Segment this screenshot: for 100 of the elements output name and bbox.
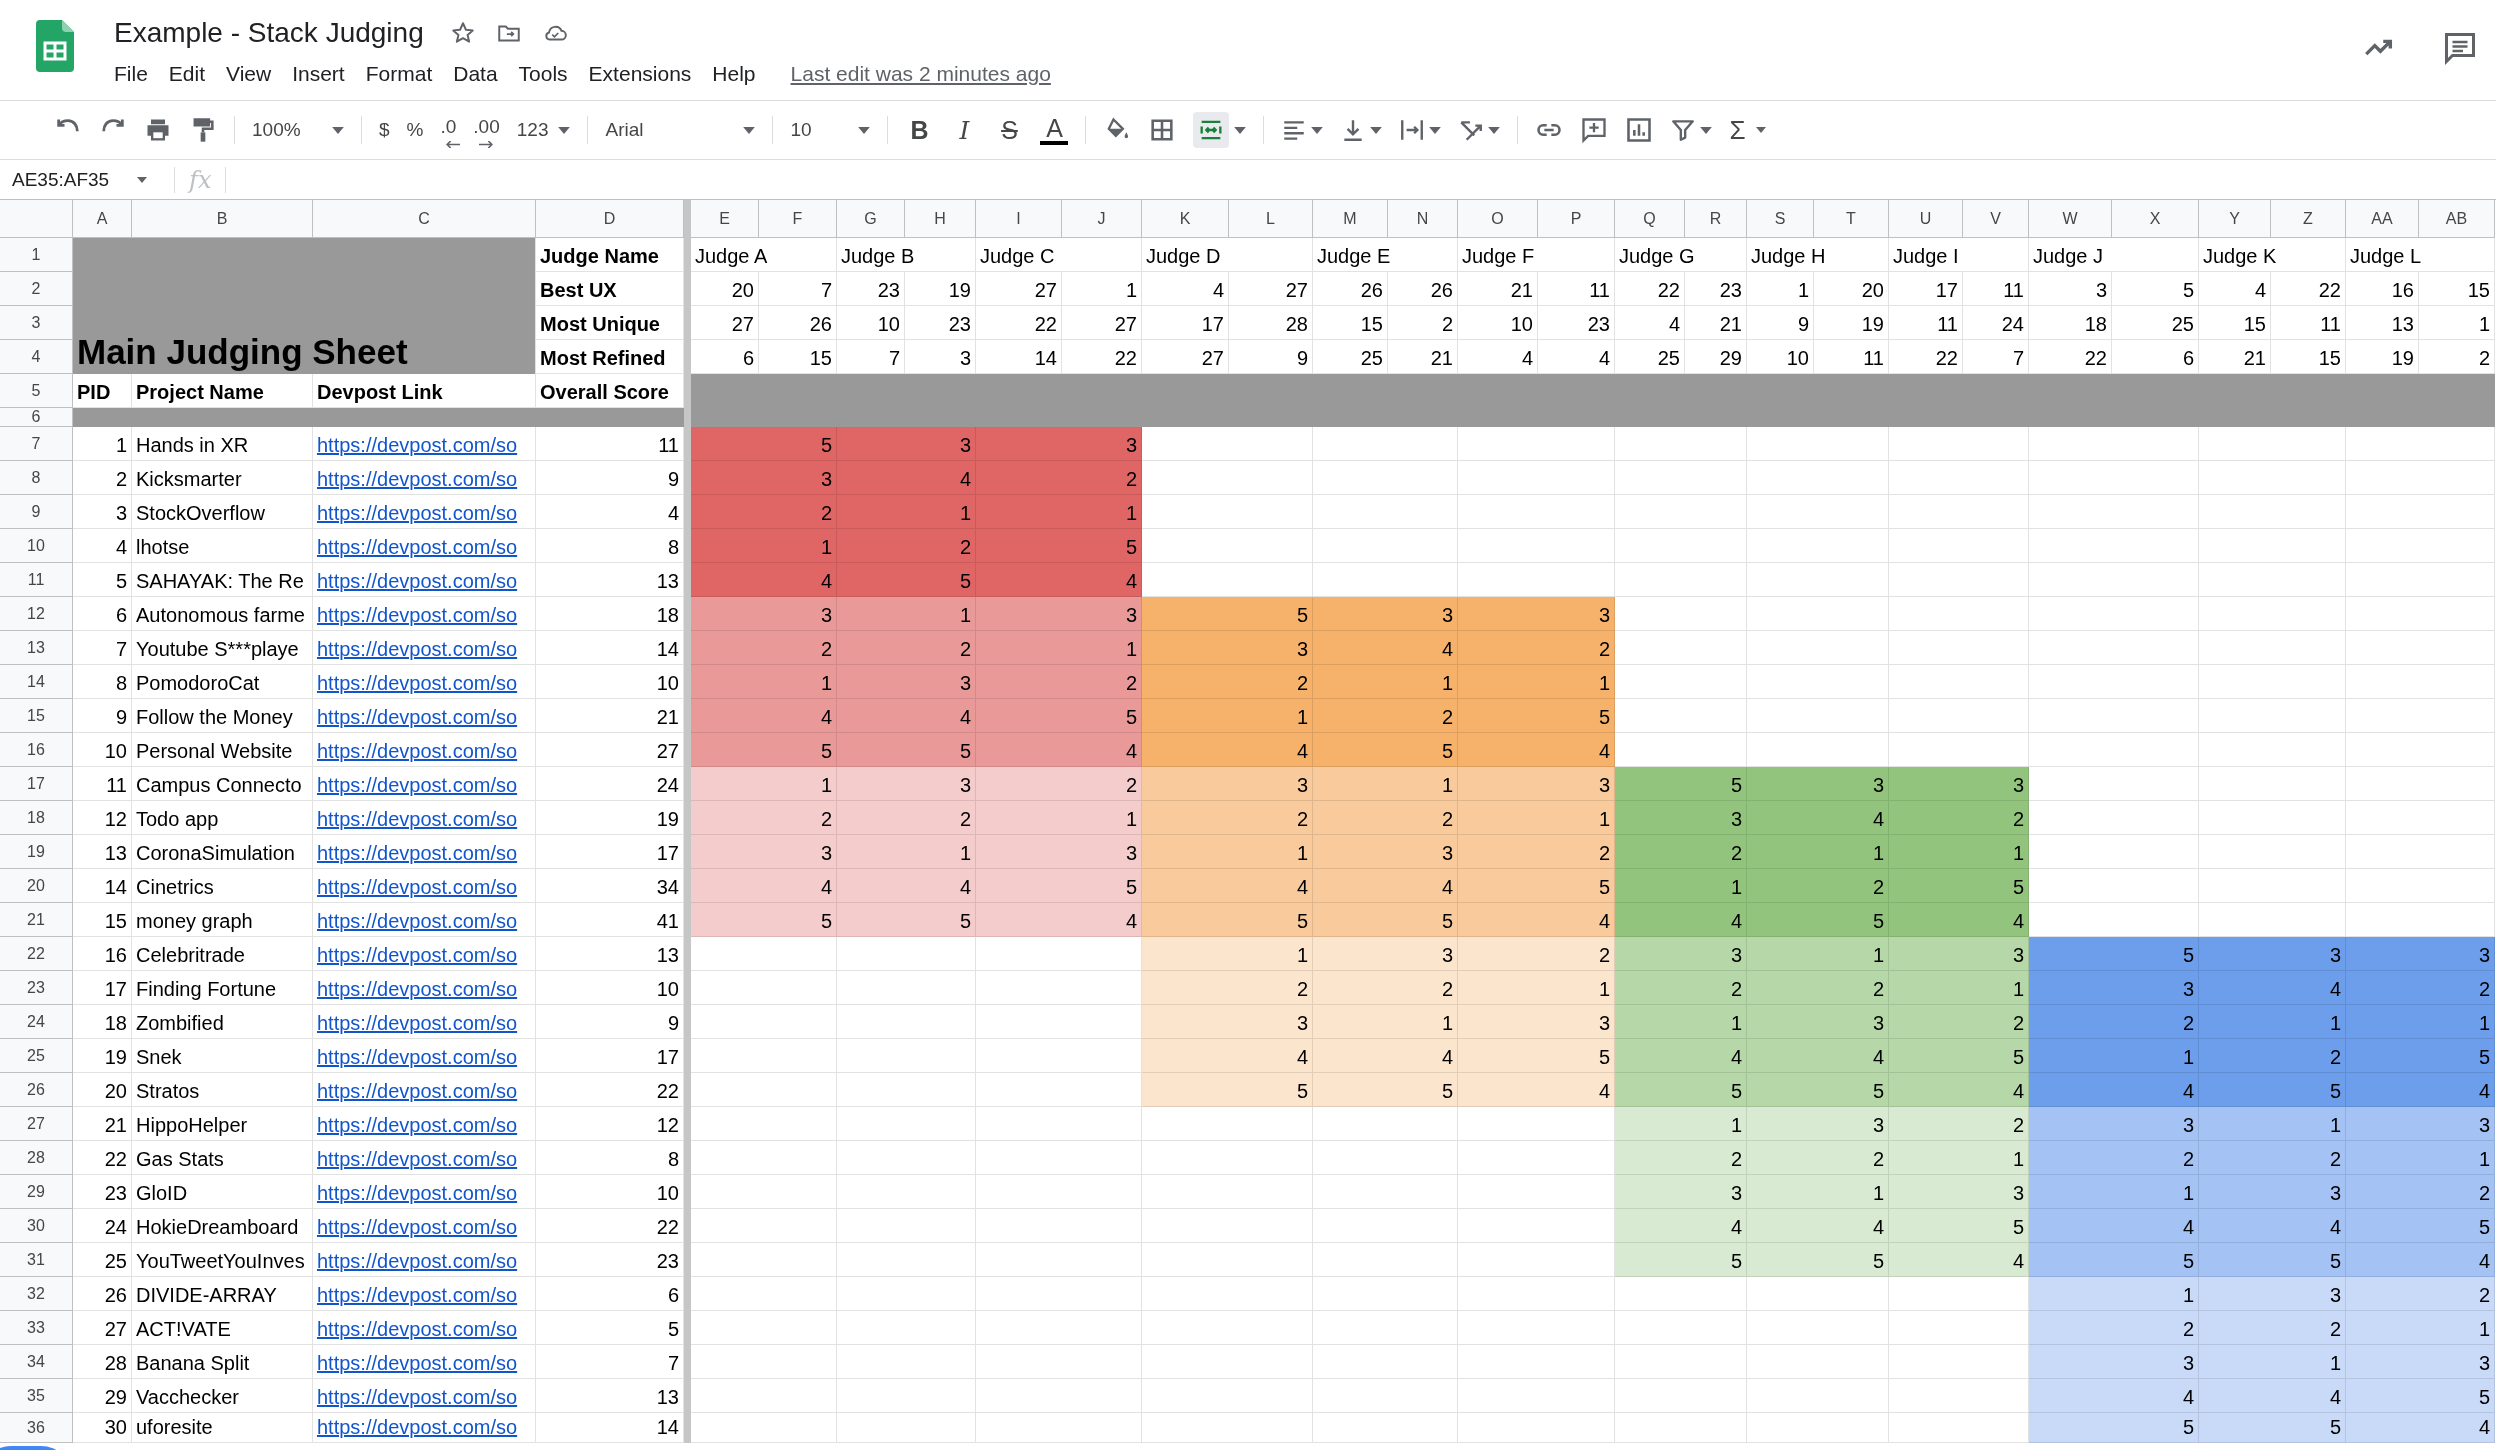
column-header[interactable]: J: [1062, 200, 1142, 238]
row-header[interactable]: 19: [0, 835, 73, 869]
column-header[interactable]: Y: [2199, 200, 2271, 238]
column-header[interactable]: C: [313, 200, 536, 238]
column-header[interactable]: P: [1538, 200, 1615, 238]
text-wrap-menu[interactable]: [1399, 117, 1442, 143]
link[interactable]: https://devpost.com/so: [317, 1386, 518, 1409]
menu-item[interactable]: Format: [365, 62, 433, 86]
menu-item[interactable]: Data: [453, 62, 498, 86]
document-title[interactable]: Example - Stack Judging: [114, 17, 424, 49]
column-header[interactable]: H: [905, 200, 976, 238]
link[interactable]: https://devpost.com/so: [317, 774, 518, 797]
row-header[interactable]: 20: [0, 869, 73, 903]
last-edit-link[interactable]: Last edit was 2 minutes ago: [790, 62, 1051, 86]
link[interactable]: https://devpost.com/so: [317, 434, 518, 457]
filter-menu[interactable]: [1670, 117, 1713, 143]
menu-item[interactable]: Help: [712, 62, 756, 86]
link[interactable]: https://devpost.com/so: [317, 842, 518, 865]
row-header[interactable]: 5: [0, 374, 73, 408]
row-header[interactable]: 17: [0, 767, 73, 801]
menu-item[interactable]: Edit: [168, 62, 206, 86]
sheets-logo-icon[interactable]: [36, 20, 74, 72]
row-header[interactable]: 28: [0, 1141, 73, 1175]
link[interactable]: https://devpost.com/so: [317, 570, 518, 593]
italic-button[interactable]: I: [950, 115, 979, 145]
row-header[interactable]: 8: [0, 461, 73, 495]
add-comment-icon[interactable]: [1580, 116, 1609, 144]
link[interactable]: https://devpost.com/so: [317, 1284, 518, 1307]
column-header[interactable]: I: [976, 200, 1062, 238]
link[interactable]: https://devpost.com/so: [317, 604, 518, 627]
column-header[interactable]: K: [1142, 200, 1229, 238]
row-header[interactable]: 31: [0, 1243, 73, 1277]
link[interactable]: https://devpost.com/so: [317, 672, 518, 695]
row-header[interactable]: 35: [0, 1379, 73, 1413]
row-header[interactable]: 1: [0, 238, 73, 272]
row-header[interactable]: 15: [0, 699, 73, 733]
column-header[interactable]: Q: [1615, 200, 1685, 238]
row-header[interactable]: 12: [0, 597, 73, 631]
link[interactable]: https://devpost.com/so: [317, 1352, 518, 1375]
merge-cells-button[interactable]: [1193, 112, 1230, 148]
percent-button[interactable]: %: [406, 119, 424, 141]
link[interactable]: https://devpost.com/so: [317, 1046, 518, 1069]
menu-item[interactable]: View: [226, 62, 272, 86]
link[interactable]: https://devpost.com/so: [317, 468, 518, 491]
column-header[interactable]: M: [1313, 200, 1388, 238]
menu-item[interactable]: Tools: [518, 62, 568, 86]
bold-button[interactable]: B: [905, 115, 934, 145]
column-header[interactable]: W: [2029, 200, 2112, 238]
row-header[interactable]: 30: [0, 1209, 73, 1243]
zoom-select[interactable]: 100%: [252, 119, 344, 141]
link[interactable]: https://devpost.com/so: [317, 1250, 518, 1273]
row-header[interactable]: 4: [0, 340, 73, 374]
row-header[interactable]: 32: [0, 1277, 73, 1311]
column-header[interactable]: D: [536, 200, 684, 238]
row-header[interactable]: 14: [0, 665, 73, 699]
row-header[interactable]: 22: [0, 937, 73, 971]
link[interactable]: https://devpost.com/so: [317, 1318, 518, 1341]
row-header[interactable]: 13: [0, 631, 73, 665]
row-header[interactable]: 23: [0, 971, 73, 1005]
column-header[interactable]: T: [1814, 200, 1889, 238]
column-header[interactable]: AB: [2419, 200, 2495, 238]
link[interactable]: https://devpost.com/so: [317, 1080, 518, 1103]
name-box[interactable]: AE35:AF35: [0, 168, 160, 191]
text-color-button[interactable]: A: [1040, 115, 1069, 145]
row-header[interactable]: 36: [0, 1413, 73, 1443]
row-header[interactable]: 21: [0, 903, 73, 937]
column-header[interactable]: N: [1388, 200, 1458, 238]
menu-item[interactable]: Insert: [292, 62, 345, 86]
row-header[interactable]: 33: [0, 1311, 73, 1345]
caret-icon[interactable]: [1234, 126, 1247, 134]
row-header[interactable]: 11: [0, 563, 73, 597]
row-header[interactable]: 18: [0, 801, 73, 835]
row-header[interactable]: 29: [0, 1175, 73, 1209]
link[interactable]: https://devpost.com/so: [317, 740, 518, 763]
strikethrough-button[interactable]: S: [995, 115, 1024, 145]
column-header[interactable]: U: [1889, 200, 1963, 238]
row-header[interactable]: 7: [0, 427, 73, 461]
star-icon[interactable]: [449, 20, 476, 46]
menu-item[interactable]: File: [114, 62, 148, 86]
link[interactable]: https://devpost.com/so: [317, 1114, 518, 1137]
link[interactable]: https://devpost.com/so: [317, 536, 518, 559]
row-header[interactable]: 16: [0, 733, 73, 767]
link[interactable]: https://devpost.com/so: [317, 706, 518, 729]
increase-decimal-button[interactable]: .00: [473, 116, 500, 144]
column-header[interactable]: B: [132, 200, 313, 238]
row-header[interactable]: 26: [0, 1073, 73, 1107]
row-header[interactable]: 2: [0, 272, 73, 306]
link[interactable]: https://devpost.com/so: [317, 1012, 518, 1035]
chart-icon[interactable]: [1625, 116, 1654, 144]
row-header[interactable]: 27: [0, 1107, 73, 1141]
font-size-select[interactable]: 10: [790, 119, 871, 141]
row-header[interactable]: 9: [0, 495, 73, 529]
column-header[interactable]: S: [1747, 200, 1814, 238]
column-header[interactable]: Z: [2271, 200, 2346, 238]
link[interactable]: https://devpost.com/so: [317, 1416, 518, 1439]
column-header[interactable]: V: [1963, 200, 2029, 238]
column-header[interactable]: E: [691, 200, 759, 238]
link[interactable]: https://devpost.com/so: [317, 502, 518, 525]
link[interactable]: https://devpost.com/so: [317, 808, 518, 831]
functions-menu[interactable]: Σ: [1729, 114, 1766, 146]
